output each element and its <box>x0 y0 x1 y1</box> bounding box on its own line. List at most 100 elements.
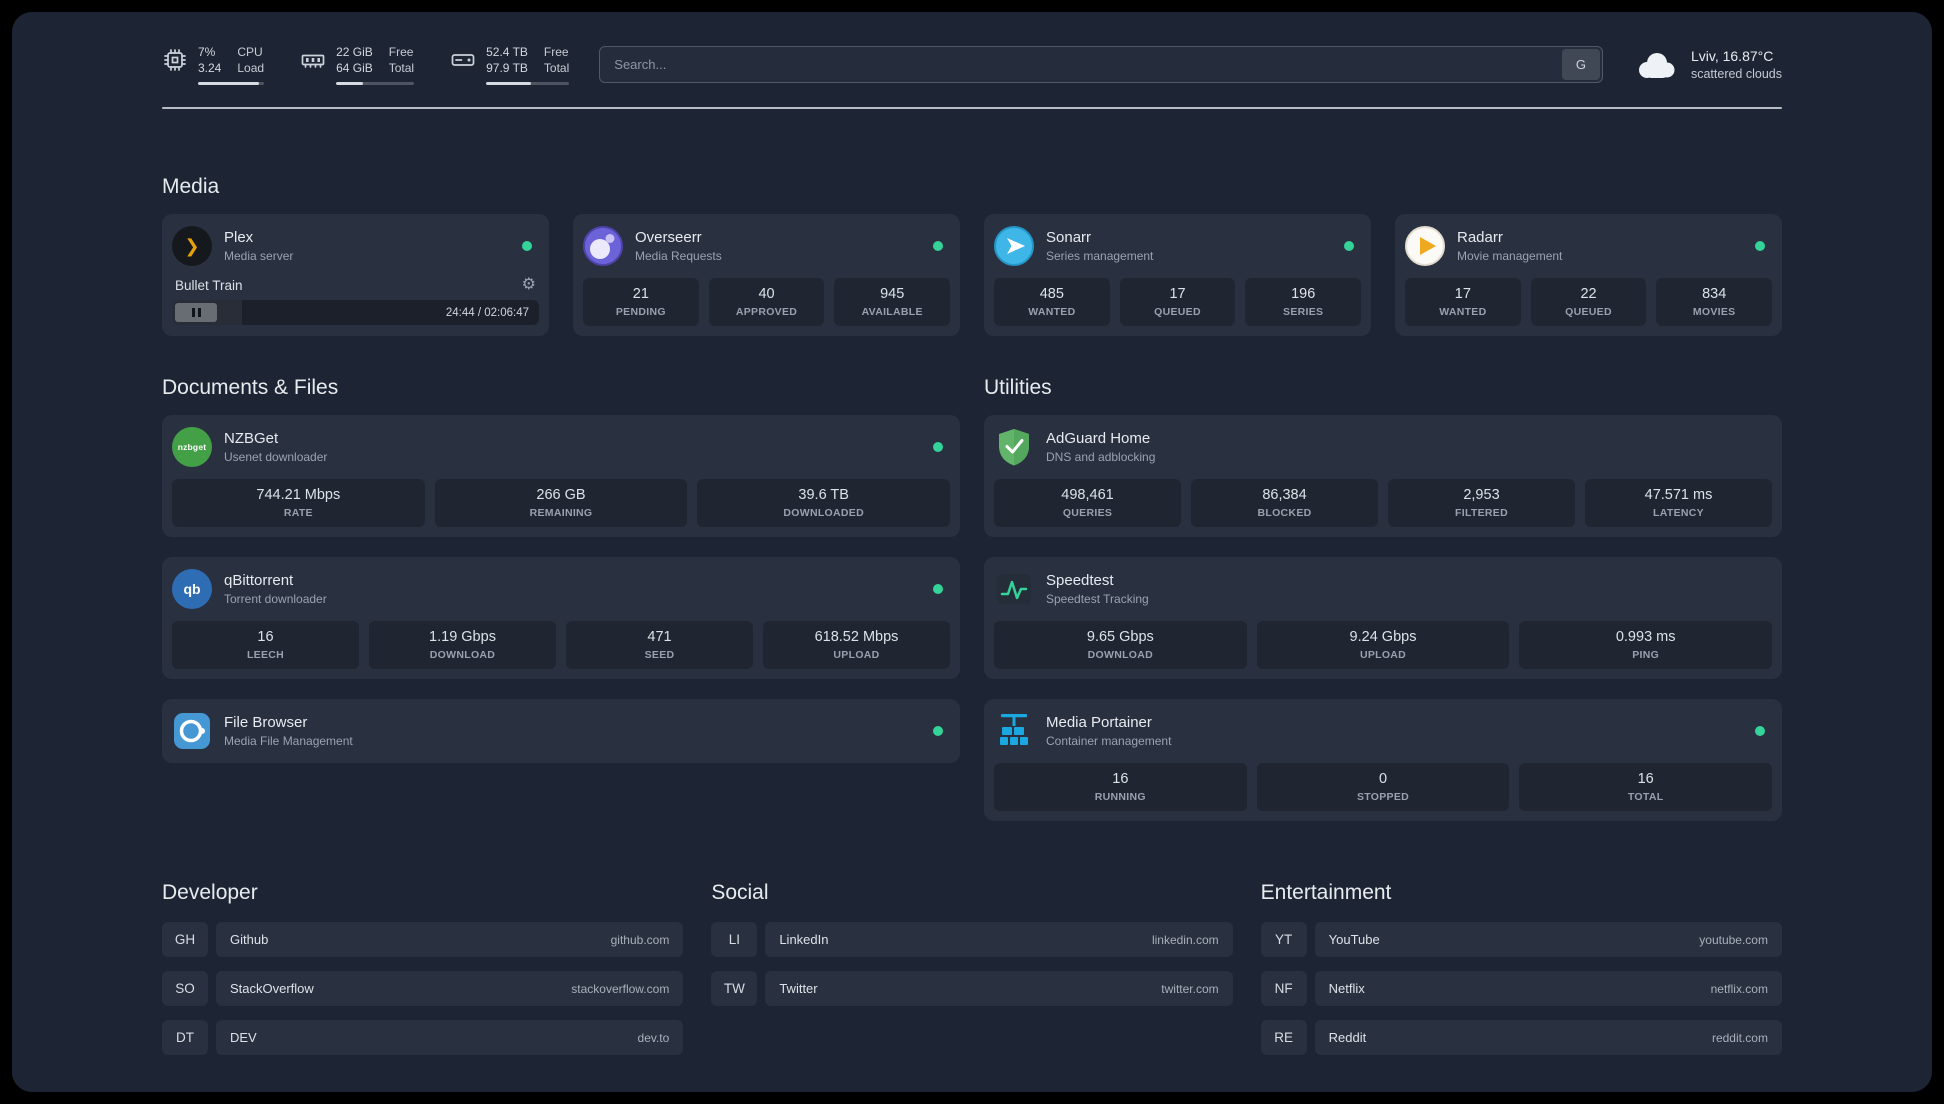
portainer-icon <box>994 711 1034 751</box>
bookmark-url: linkedin.com <box>1151 932 1219 947</box>
stat-remaining: 266 GB REMAINING <box>434 479 688 527</box>
search-input[interactable] <box>599 46 1603 83</box>
bookmark-stackoverflow[interactable]: SO StackOverflow stackoverflow.com <box>162 971 684 1006</box>
stat-value: 40 <box>758 286 775 302</box>
bookmark-linkedin[interactable]: LI LinkedIn linkedin.com <box>711 922 1233 957</box>
service-name: NZBGet <box>224 430 279 447</box>
bookmark-name: StackOverflow <box>230 981 314 996</box>
status-dot <box>1755 241 1765 251</box>
stat-seed: 471 SEED <box>566 621 753 669</box>
cpu-widget: 7% 3.24 CPU Load <box>162 44 265 85</box>
service-plex[interactable]: ❯ Plex Media server <box>172 224 539 268</box>
dashboard-panel: 7% 3.24 CPU Load 22 GiB 64 GiB Free Tota… <box>12 12 1932 1092</box>
service-description: Container management <box>1046 734 1172 748</box>
service-overseerr[interactable]: Overseerr Media Requests <box>583 224 950 268</box>
stat-label: REMAINING <box>529 507 593 519</box>
service-sonarr[interactable]: Sonarr Series management <box>994 224 1361 268</box>
weather-location: Lviv, 16.87°C <box>1690 48 1774 64</box>
bookmark-url: stackoverflow.com <box>571 981 670 996</box>
stat-label: TOTAL <box>1627 791 1664 803</box>
bookmark-name: YouTube <box>1328 932 1380 947</box>
bookmark-name: DEV <box>230 1030 257 1045</box>
stat-value: 266 GB <box>536 487 586 503</box>
stat-rate: 744.21 Mbps RATE <box>172 479 425 527</box>
bookmark-netflix[interactable]: NF Netflix netflix.com <box>1260 971 1782 1006</box>
service-portainer[interactable]: Media Portainer Container management <box>994 709 1772 753</box>
bookmark-abbr: DT <box>162 1020 208 1055</box>
stat-value: 744.21 Mbps <box>256 487 341 503</box>
disk-icon <box>451 54 475 66</box>
stat-label: DOWNLOADED <box>783 507 864 519</box>
service-name: Plex <box>224 229 254 246</box>
stat-label: WANTED <box>1439 306 1487 318</box>
stat-value: 9.65 Gbps <box>1086 629 1154 645</box>
stat-value: 618.52 Mbps <box>814 629 899 645</box>
bookmark-name: Github <box>230 932 269 947</box>
bookmark-reddit[interactable]: RE Reddit reddit.com <box>1260 1020 1782 1055</box>
plex-icon: ❯ <box>172 226 212 266</box>
service-card-nzbget: nzbget NZBGet Usenet downloader 744.21 M… <box>162 415 960 537</box>
bookmark-github[interactable]: GH Github github.com <box>162 922 684 957</box>
service-name: Radarr <box>1457 229 1503 246</box>
weather-condition: scattered clouds <box>1690 67 1782 81</box>
stat-value: 86,384 <box>1262 487 1307 503</box>
bookmark-abbr: SO <box>162 971 208 1006</box>
service-description: Media server <box>224 249 294 263</box>
stat-value: 498,461 <box>1061 487 1114 503</box>
service-card-sonarr: Sonarr Series management 485 WANTED 17 Q… <box>984 214 1371 336</box>
bookmark-twitter[interactable]: TW Twitter twitter.com <box>711 971 1233 1006</box>
section-utilities: Utilities AdGuard Home DNS and adblockin… <box>984 376 1782 821</box>
plex-progress-bar[interactable]: 24:44 / 02:06:47 <box>172 300 539 325</box>
stat-value: 17 <box>1169 286 1186 302</box>
memory-free-label: Free <box>388 45 414 59</box>
stat-approved: 40 APPROVED <box>708 278 825 326</box>
disk-progress-bar <box>486 82 570 85</box>
search-provider-button[interactable]: G <box>1561 49 1600 80</box>
service-description: Speedtest Tracking <box>1046 592 1149 606</box>
bookmark-group-social: Social LI LinkedIn linkedin.com TW Twitt… <box>711 881 1233 1020</box>
service-description: Usenet downloader <box>224 450 328 464</box>
service-adguard[interactable]: AdGuard Home DNS and adblocking <box>994 425 1772 469</box>
gear-icon[interactable]: ⚙ <box>522 277 536 293</box>
stat-value: 16 <box>1637 771 1654 787</box>
speedtest-icon <box>994 569 1034 609</box>
bookmark-name: Netflix <box>1328 981 1365 996</box>
bookmark-dev[interactable]: DT DEV dev.to <box>162 1020 684 1055</box>
stat-label: SEED <box>644 649 675 661</box>
service-stats: 17 WANTED 22 QUEUED 834 MOVIES <box>1405 278 1773 326</box>
service-nzbget[interactable]: nzbget NZBGet Usenet downloader <box>172 425 950 469</box>
stat-value: 485 <box>1039 286 1064 302</box>
pause-button[interactable] <box>175 303 217 322</box>
stat-value: 16 <box>1112 771 1129 787</box>
status-dot <box>933 442 943 452</box>
service-name: File Browser <box>224 714 308 731</box>
stat-value: 0 <box>1378 771 1388 787</box>
service-card-plex: ❯ Plex Media server Bullet Train ⚙ 24:44… <box>162 214 549 336</box>
radarr-icon <box>1405 226 1445 266</box>
memory-widget: 22 GiB 64 GiB Free Total <box>300 44 415 85</box>
stat-value: 196 <box>1291 286 1316 302</box>
service-filebrowser[interactable]: File Browser Media File Management <box>172 709 950 753</box>
section-title-media: Media <box>162 175 220 198</box>
section-title-entertainment: Entertainment <box>1260 881 1392 904</box>
stat-stopped: 0 STOPPED <box>1256 763 1510 811</box>
stat-label: UPLOAD <box>833 649 880 661</box>
stat-label: UPLOAD <box>1359 649 1407 661</box>
bookmark-abbr: LI <box>711 922 758 957</box>
service-radarr[interactable]: Radarr Movie management <box>1405 224 1772 268</box>
stat-value: 16 <box>257 629 274 645</box>
memory-icon <box>301 54 325 68</box>
stat-label: STOPPED <box>1356 791 1410 803</box>
service-name: qBittorrent <box>224 572 294 589</box>
stat-label: QUERIES <box>1062 507 1113 519</box>
service-qbittorrent[interactable]: qb qBittorrent Torrent downloader <box>172 567 950 611</box>
service-speedtest[interactable]: Speedtest Speedtest Tracking <box>994 567 1772 611</box>
bookmark-youtube[interactable]: YT YouTube youtube.com <box>1260 922 1782 957</box>
stat-label: SERIES <box>1283 306 1324 318</box>
service-card-radarr: Radarr Movie management 17 WANTED 22 QUE… <box>1395 214 1782 336</box>
memory-total-value: 64 GiB <box>336 61 373 75</box>
bookmark-url: reddit.com <box>1711 1030 1768 1045</box>
stat-queries: 498,461 QUERIES <box>994 479 1181 527</box>
cpu-progress-bar <box>198 82 265 85</box>
service-name: AdGuard Home <box>1046 430 1151 447</box>
